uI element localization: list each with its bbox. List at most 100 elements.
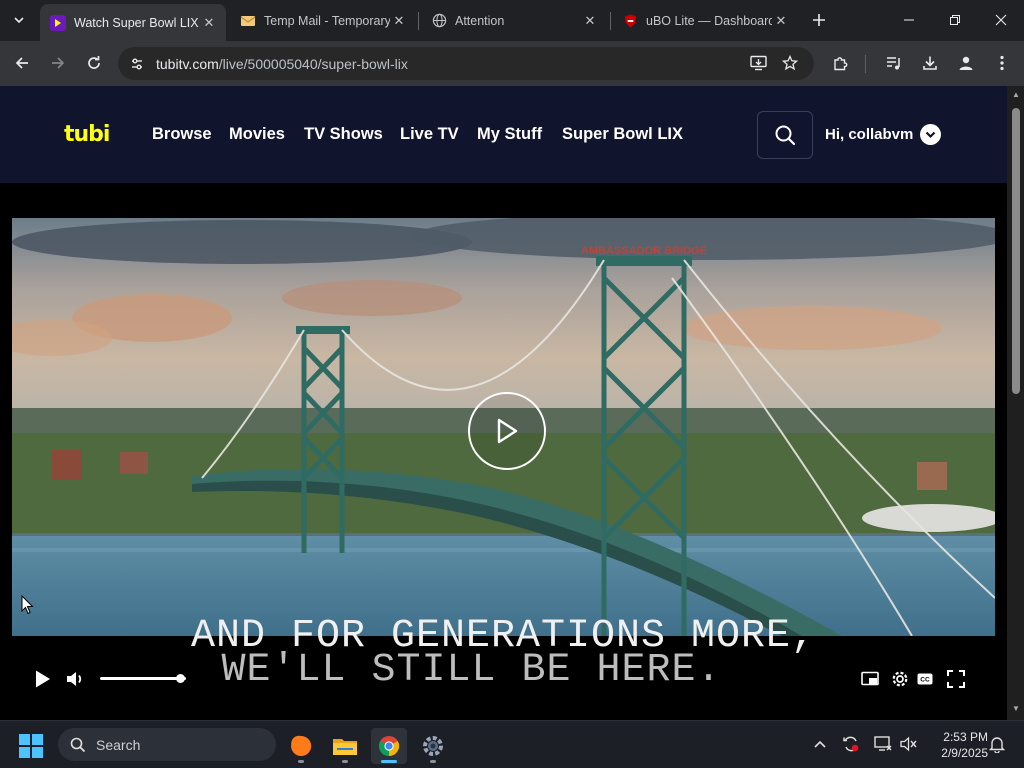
tubi-page: tubi Browse Movies TV Shows Live TV My S… [0, 86, 1007, 720]
url-text[interactable]: tubitv.com/live/500005040/super-bowl-lix [156, 56, 408, 72]
video-player[interactable]: AMBASSADOR BRIDGE [12, 218, 995, 636]
site-search-button[interactable] [757, 111, 813, 159]
address-bar[interactable]: tubitv.com/live/500005040/super-bowl-lix [118, 47, 814, 80]
tab-separator [418, 12, 419, 30]
bookmark-button[interactable] [776, 49, 804, 77]
tray-sync-status[interactable] [840, 733, 862, 755]
clock-date: 2/9/2025 [941, 746, 988, 760]
taskbar-firefox[interactable] [283, 728, 319, 764]
scrollbar-thumb[interactable] [1012, 108, 1020, 394]
tubi-logo[interactable]: tubi [64, 122, 110, 147]
volume-slider-track[interactable] [100, 677, 186, 680]
nav-browse[interactable]: Browse [152, 125, 212, 144]
tab-close-icon[interactable]: ✕ [390, 12, 408, 30]
forward-button[interactable] [44, 49, 72, 77]
close-icon [995, 14, 1007, 26]
tab-attention[interactable]: Attention ✕ [421, 4, 607, 37]
tab-title: Temp Mail - Temporary ... [264, 13, 390, 28]
page-scrollbar[interactable]: ▲ ▼ [1007, 86, 1024, 720]
notifications-button[interactable] [986, 733, 1008, 755]
music-queue-icon [886, 57, 900, 70]
nav-super-bowl-lix[interactable]: Super Bowl LIX [562, 125, 683, 144]
extensions-button[interactable] [826, 49, 854, 77]
taskbar-search-box[interactable]: Search [58, 728, 276, 761]
site-info-icon[interactable] [126, 53, 148, 75]
account-menu-button[interactable] [920, 124, 941, 145]
browser-toolbar: tubitv.com/live/500005040/super-bowl-lix [0, 41, 1024, 86]
play-icon [36, 670, 50, 688]
tab-temp-mail[interactable]: Temp Mail - Temporary ... ✕ [230, 4, 416, 37]
plus-icon [813, 14, 825, 26]
tab-separator [610, 12, 611, 30]
captions-button[interactable]: CC [912, 666, 938, 692]
more-vertical-icon [1000, 55, 1004, 71]
nav-my-stuff[interactable]: My Stuff [477, 125, 542, 144]
windows-taskbar: Search 2:53 PM 2/9/2025 [0, 720, 1024, 768]
tab-close-icon[interactable]: ✕ [200, 14, 218, 32]
nav-movies[interactable]: Movies [229, 125, 285, 144]
taskbar-chrome[interactable] [371, 728, 407, 764]
center-play-button[interactable] [468, 392, 546, 470]
volume-slider-handle[interactable] [175, 674, 185, 683]
tray-network-status[interactable] [872, 733, 894, 755]
taskbar-app-indicator [298, 760, 304, 763]
ublock-favicon [622, 13, 638, 29]
reload-button[interactable] [80, 49, 108, 77]
tab-title: Attention [455, 13, 505, 28]
back-button[interactable] [8, 49, 36, 77]
taskbar-app-indicator [342, 760, 348, 763]
arrow-right-icon [52, 57, 65, 69]
minimize-button[interactable] [886, 0, 932, 40]
svg-text:CC: CC [920, 677, 930, 684]
globe-favicon [431, 13, 447, 29]
minimize-icon [904, 19, 914, 21]
mute-button[interactable] [62, 666, 88, 692]
gear-icon [892, 671, 908, 687]
volume-icon [67, 672, 82, 686]
start-button[interactable] [19, 734, 43, 758]
tab-title: uBO Lite — Dashboard [646, 13, 772, 28]
profile-icon [959, 56, 973, 70]
play-button[interactable] [30, 666, 56, 692]
new-tab-button[interactable] [808, 9, 830, 31]
taskbar-file-explorer[interactable] [327, 728, 363, 764]
toolbar-separator [865, 55, 866, 73]
profile-button[interactable] [952, 49, 980, 77]
show-hidden-icons-button[interactable] [809, 733, 831, 755]
settings-button[interactable] [887, 666, 913, 692]
tab-ubo-dashboard[interactable]: uBO Lite — Dashboard ✕ [612, 4, 798, 37]
nav-tv-shows[interactable]: TV Shows [304, 125, 383, 144]
player-controls: CC [0, 658, 1007, 698]
picture-in-picture-icon [861, 671, 879, 686]
site-header: tubi Browse Movies TV Shows Live TV My S… [0, 86, 1007, 183]
close-window-button[interactable] [978, 0, 1024, 40]
tab-title: Watch Super Bowl LIX ... [74, 15, 200, 30]
nav-live-tv[interactable]: Live TV [400, 125, 459, 144]
windows-logo-tile [19, 734, 30, 745]
restore-button[interactable] [932, 0, 978, 40]
tray-volume-status[interactable] [898, 733, 920, 755]
taskbar-settings[interactable] [415, 728, 451, 764]
install-app-button[interactable] [744, 49, 772, 77]
sync-alert-icon [843, 736, 859, 752]
star-icon [782, 55, 798, 71]
downloads-button[interactable] [916, 49, 944, 77]
arrow-left-icon [15, 57, 28, 69]
windows-logo-tile [32, 747, 43, 758]
tab-super-bowl[interactable]: Watch Super Bowl LIX ... ✕ [40, 4, 226, 41]
browser-menu-button[interactable] [988, 49, 1016, 77]
tab-close-icon[interactable]: ✕ [772, 12, 790, 30]
fullscreen-button[interactable] [943, 666, 969, 692]
user-greeting[interactable]: Hi, collabvm [825, 126, 913, 143]
media-controls-button[interactable] [880, 49, 908, 77]
scroll-down-icon[interactable]: ▼ [1011, 704, 1021, 714]
tab-close-icon[interactable]: ✕ [581, 12, 599, 30]
tab-search-button[interactable] [6, 7, 32, 33]
taskbar-clock[interactable]: 2:53 PM 2/9/2025 [926, 729, 988, 761]
scroll-up-icon[interactable]: ▲ [1011, 90, 1021, 100]
picture-in-picture-button[interactable] [857, 666, 883, 692]
download-icon [923, 56, 937, 70]
fullscreen-icon [947, 670, 965, 688]
chrome-icon [378, 736, 400, 757]
volume-muted-icon [900, 736, 917, 752]
